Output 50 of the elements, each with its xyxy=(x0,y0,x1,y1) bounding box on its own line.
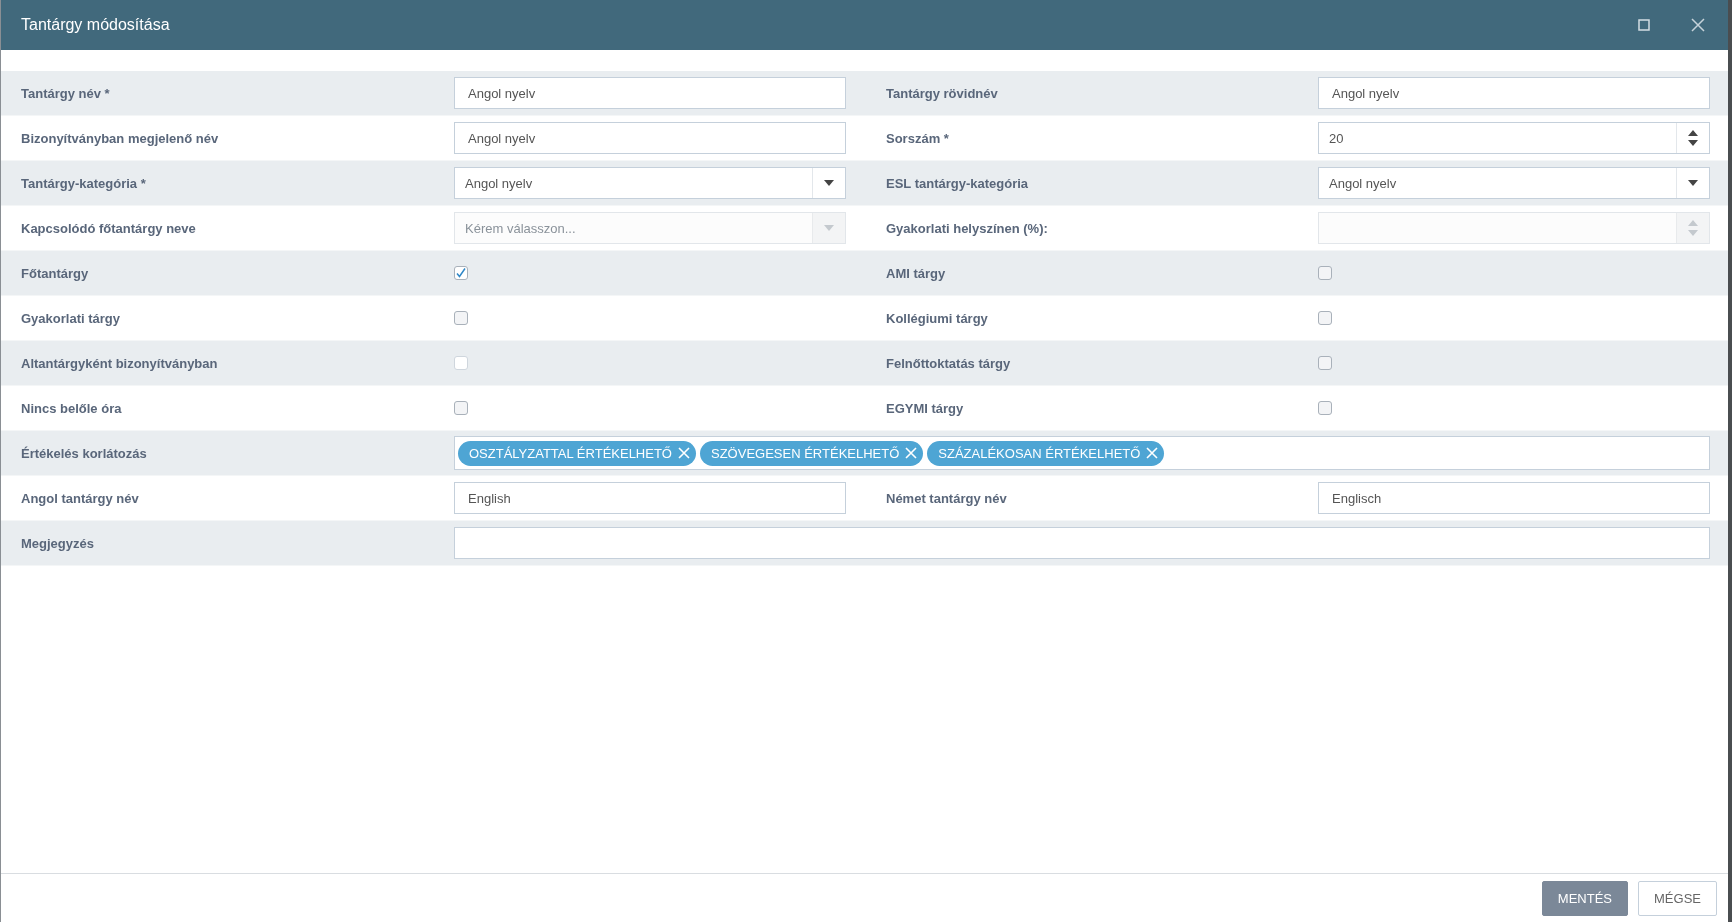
field-label: Nincs belőle óra xyxy=(21,400,123,416)
text-field[interactable]: Angol nyelv xyxy=(454,122,846,154)
field-label: Kapcsolódó főtantárgy neve xyxy=(21,220,197,236)
select-field[interactable]: Angol nyelv xyxy=(1318,167,1710,199)
checkbox[interactable] xyxy=(454,266,468,280)
field-label: Német tantárgy név xyxy=(886,490,1008,506)
text-field[interactable]: English xyxy=(454,482,846,514)
checkbox[interactable] xyxy=(1318,401,1332,415)
spinner-arrows-icon xyxy=(1688,130,1698,146)
text-field[interactable]: Angol nyelv xyxy=(454,77,846,109)
field-label: Megjegyzés xyxy=(21,535,95,551)
tag-label: OSZTÁLYZATTAL ÉRTÉKELHETŐ xyxy=(469,445,672,461)
field-label: Tantárgy rövidnév xyxy=(886,85,999,101)
text-field[interactable] xyxy=(454,527,1710,559)
field-label: EGYMI tárgy xyxy=(886,400,965,416)
close-icon[interactable] xyxy=(904,446,919,460)
select-field[interactable]: Angol nyelv xyxy=(454,167,846,199)
field-label: Gyakorlati tárgy xyxy=(21,310,121,326)
checkbox[interactable] xyxy=(454,311,468,325)
field-label: Felnőttoktatás tárgy xyxy=(886,355,1012,371)
checkbox[interactable] xyxy=(454,401,468,415)
checkbox[interactable] xyxy=(1318,356,1332,370)
field-label: Altantárgyként bizonyítványban xyxy=(21,355,219,371)
field-label: Gyakorlati helyszínen (%): xyxy=(886,220,1049,236)
number-field[interactable]: 20 xyxy=(1318,122,1710,154)
field-label: Értékelés korlátozás xyxy=(21,445,148,461)
close-icon[interactable] xyxy=(1145,446,1160,460)
field-label: AMI tárgy xyxy=(886,265,947,281)
checkbox[interactable] xyxy=(1318,266,1332,280)
field-label: ESL tantárgy-kategória xyxy=(886,175,1030,191)
field-label: Tantárgy név * xyxy=(21,85,111,101)
field-label: Tantárgy-kategória * xyxy=(21,175,147,191)
caret-down-icon xyxy=(824,225,834,231)
field-label: Sorszám * xyxy=(886,130,950,146)
tag-label: SZÁZALÉKOSAN ÉRTÉKELHETŐ xyxy=(938,445,1141,461)
caret-down-icon xyxy=(824,180,834,186)
checkbox[interactable] xyxy=(1318,311,1332,325)
field-label: Angol tantárgy név xyxy=(21,490,140,506)
tag-label: SZÖVEGESEN ÉRTÉKELHETŐ xyxy=(711,445,900,461)
caret-down-icon xyxy=(1688,180,1698,186)
text-field[interactable]: Angol nyelv xyxy=(1318,77,1710,109)
spinner-arrows-icon xyxy=(1688,220,1698,236)
field-label: Főtantárgy xyxy=(21,265,90,281)
window-title: Tantárgy módosítása xyxy=(21,16,171,34)
field-label: Kollégiumi tárgy xyxy=(886,310,989,326)
close-icon[interactable] xyxy=(677,446,691,460)
text-field[interactable]: Englisch xyxy=(1318,482,1710,514)
cancel-button[interactable]: MÉGSE xyxy=(1638,880,1717,916)
save-button[interactable]: MENTÉS xyxy=(1541,880,1629,916)
field-label: Bizonyítványban megjelenő név xyxy=(21,130,220,146)
